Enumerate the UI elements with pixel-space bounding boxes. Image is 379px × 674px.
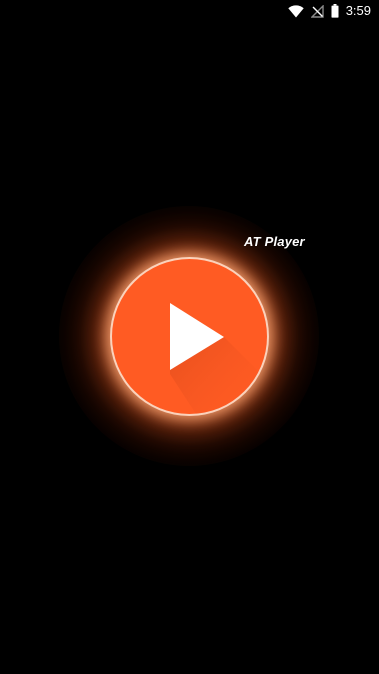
no-signal-icon — [310, 4, 324, 18]
play-icon — [170, 303, 267, 414]
status-clock: 3:59 — [345, 3, 371, 18]
status-bar: 3:59 — [0, 0, 379, 22]
wifi-icon — [287, 4, 304, 18]
app-title: AT Player — [244, 234, 305, 249]
battery-icon — [331, 4, 339, 18]
splash-screen: 3:59 AT Player — [0, 0, 379, 674]
app-logo — [112, 259, 267, 414]
status-icons: 3:59 — [287, 3, 371, 19]
